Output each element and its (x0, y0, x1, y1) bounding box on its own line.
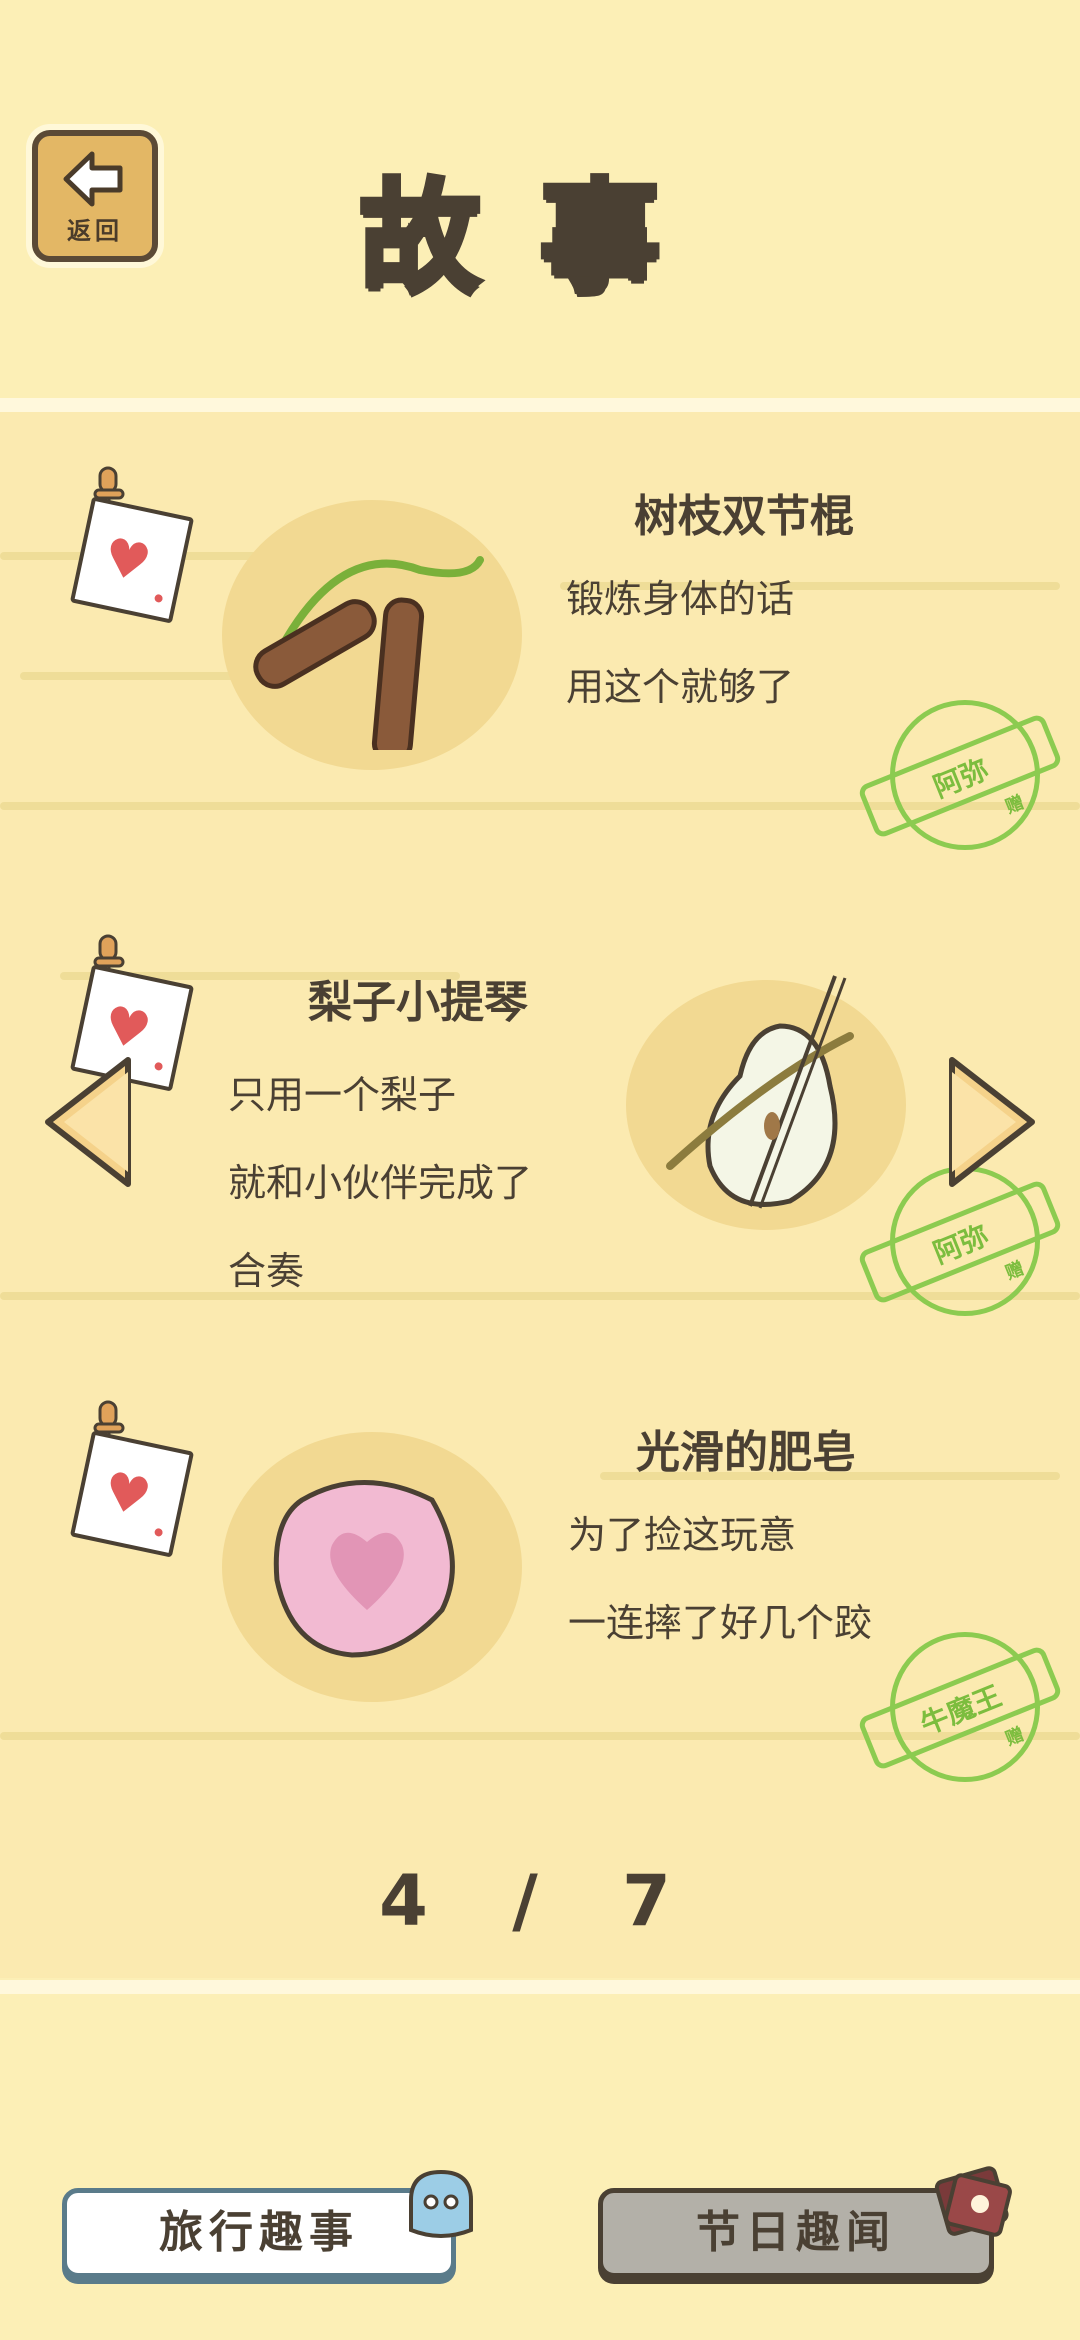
page-indicator: 4 / 7 (379, 1860, 701, 1942)
story-line: 合奏 (228, 1249, 305, 1293)
divider-top (0, 398, 1080, 412)
frog-bag-icon (409, 2169, 473, 2238)
page-title: 故事 (357, 166, 720, 311)
holiday-card-icon (934, 2166, 1012, 2237)
story-line: 锻炼身体的话 (566, 577, 795, 621)
story-title: 光滑的肥皂 (636, 1427, 856, 1478)
divider-bottom (0, 1980, 1080, 1994)
prev-page-arrow-icon[interactable] (40, 1052, 136, 1192)
story-line: 就和小伙伴完成了 (228, 1161, 533, 1205)
story-line: 为了捡这玩意 (568, 1513, 797, 1557)
heart-icon: ♥ (97, 1460, 157, 1530)
heart-icon: ♥ (97, 526, 157, 596)
pear-violin-image (666, 975, 854, 1209)
story-title: 树枝双节棍 (634, 491, 854, 542)
next-page-arrow-icon[interactable] (944, 1052, 1040, 1192)
heart-icon: ♥ (97, 994, 157, 1064)
favorite-tag[interactable]: ♥ (69, 1430, 195, 1558)
story-title: 梨子小提琴 (308, 977, 528, 1028)
tab-travel-label: 旅行趣事 (159, 2207, 359, 2258)
favorite-tag[interactable]: ♥ (69, 496, 195, 624)
tab-holiday-label: 节日趣闻 (696, 2207, 896, 2258)
soap-image (273, 1480, 455, 1658)
story-line: 用这个就够了 (566, 665, 795, 709)
branch-nunchucks-image (253, 556, 484, 750)
story-line: 一连摔了好几个跤 (568, 1601, 873, 1645)
story-line: 只用一个梨子 (228, 1073, 457, 1117)
